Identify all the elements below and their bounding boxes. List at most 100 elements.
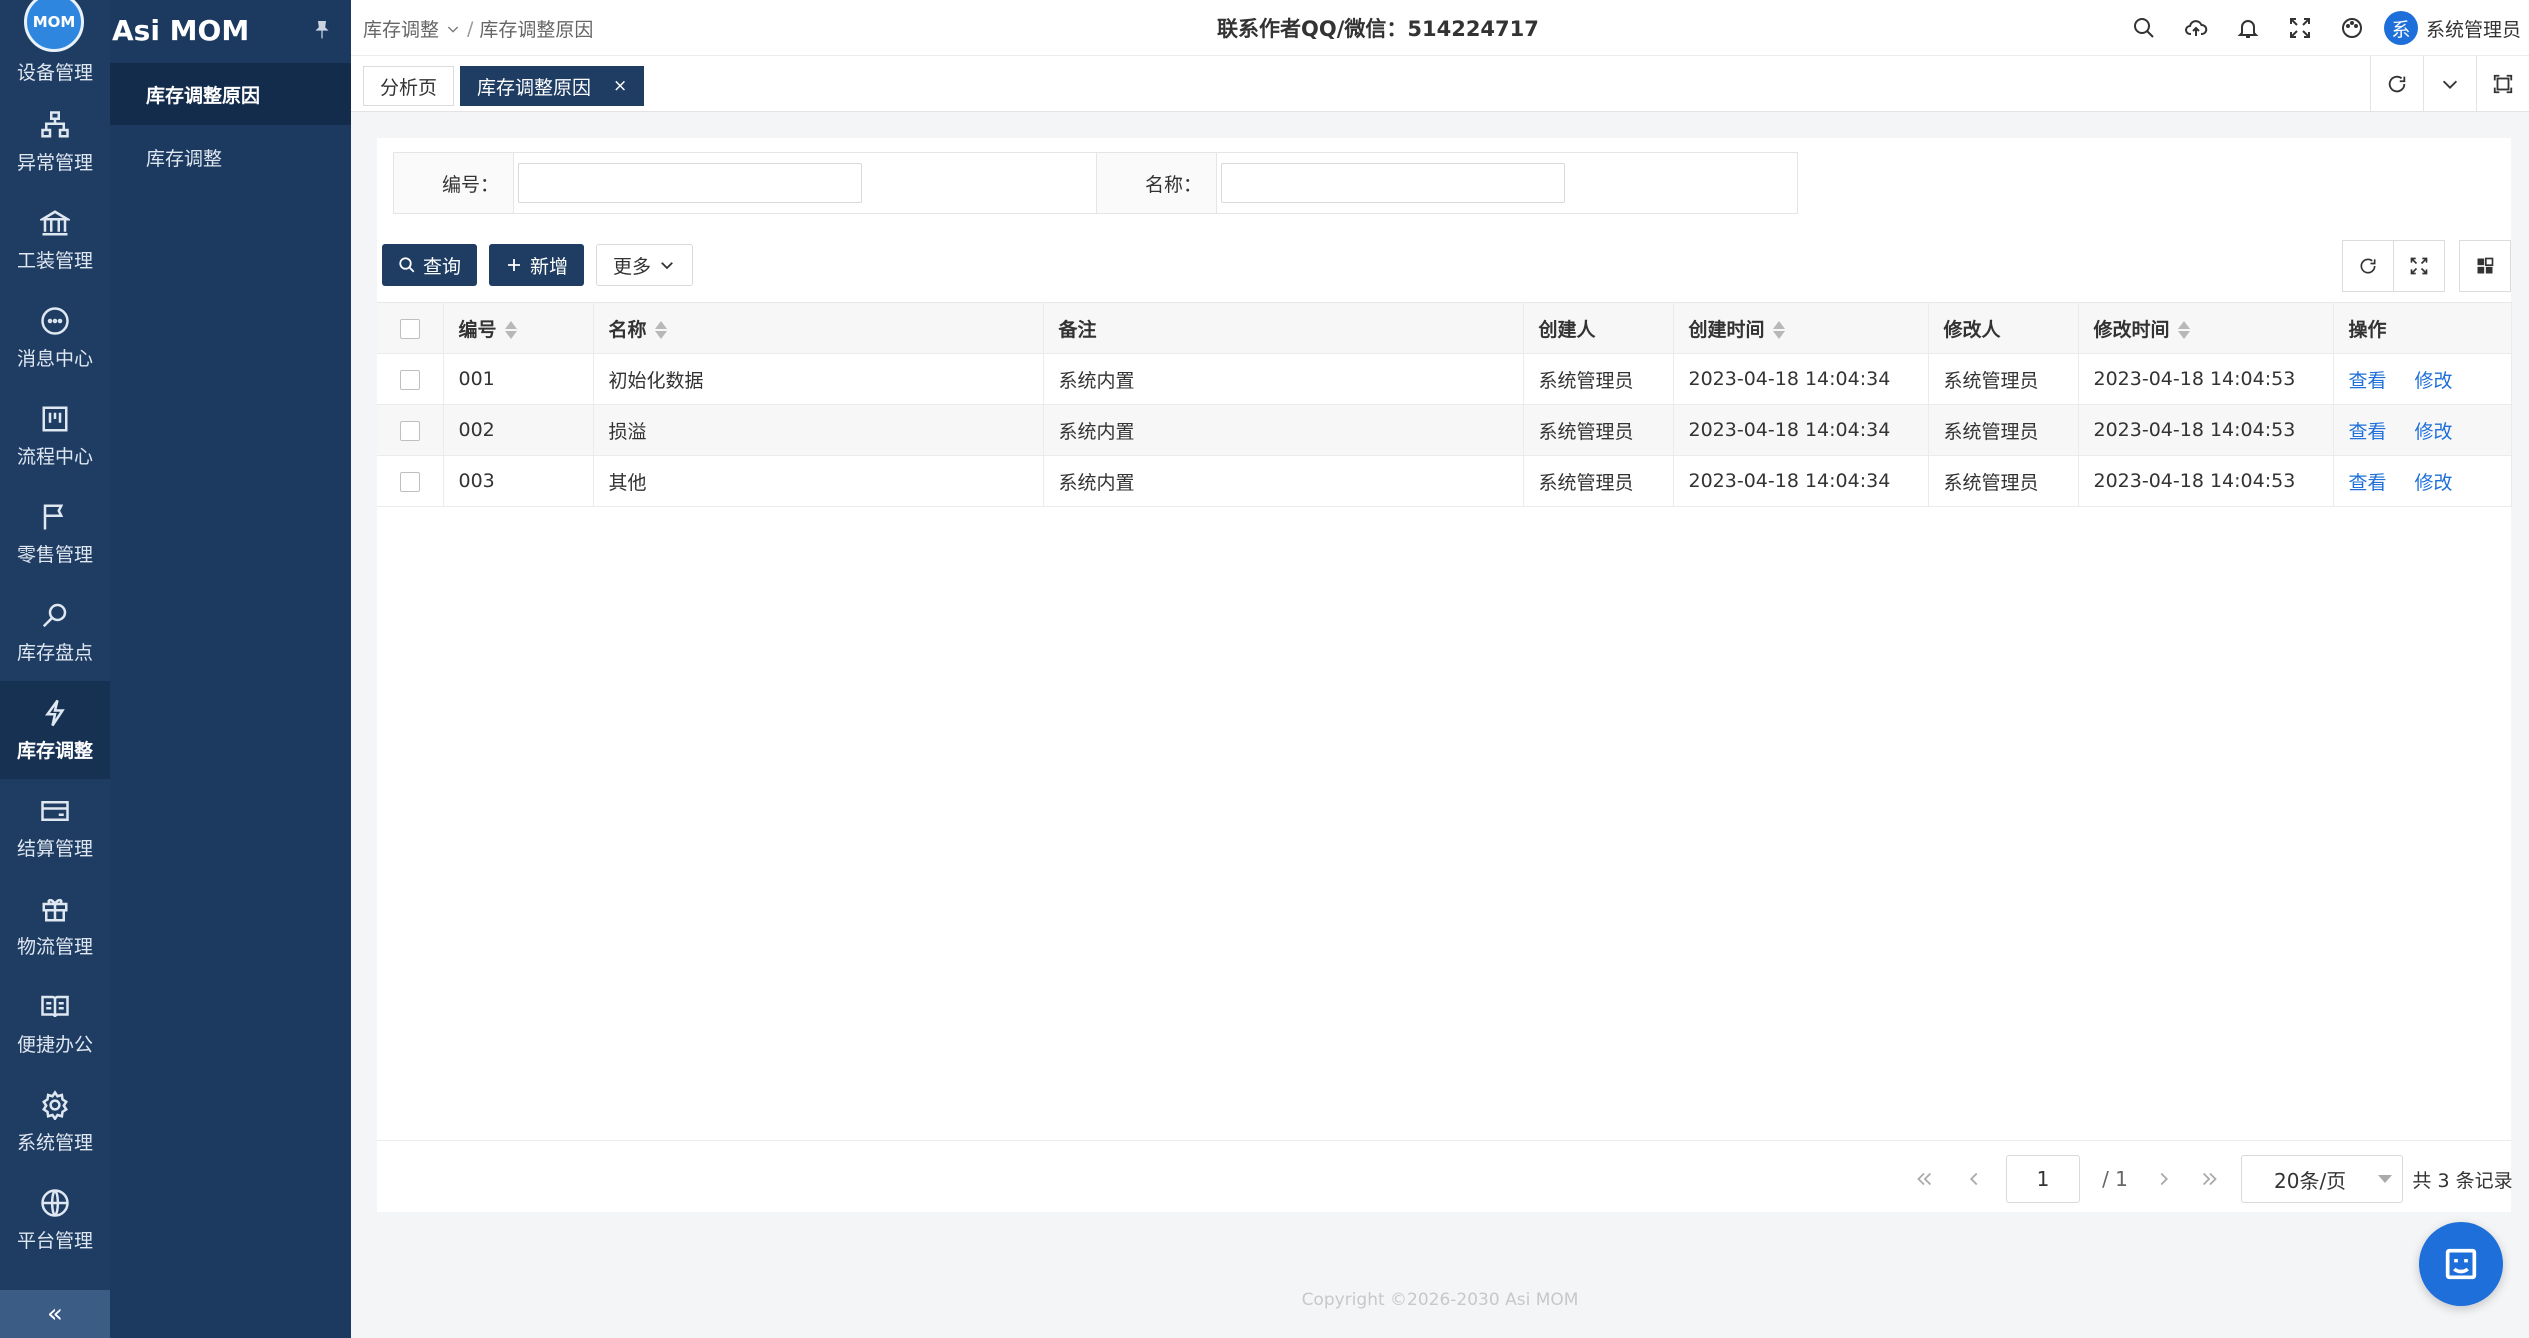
sort-icon[interactable] (2177, 320, 2190, 340)
add-button[interactable]: 新增 (489, 244, 585, 286)
rail-item-retail[interactable]: 零售管理 (0, 485, 110, 583)
reload-button[interactable] (2342, 240, 2394, 292)
col-actions: 操作 (2333, 302, 2512, 354)
name-input[interactable] (1221, 163, 1565, 203)
rail-label: 平台管理 (16, 1229, 93, 1252)
rail-item-stock-adjust[interactable]: 库存调整 (0, 681, 110, 779)
query-label: 查询 (423, 255, 462, 278)
cell-remark: 系统内置 (1043, 455, 1524, 507)
more-label: 更多 (613, 255, 652, 278)
submenu-item-adjust-reason[interactable]: 库存调整原因 (110, 63, 351, 125)
refresh-tab-button[interactable] (2370, 56, 2423, 112)
tab-adjust-reason[interactable]: 库存调整原因 × (460, 66, 645, 106)
more-button[interactable]: 更多 (596, 244, 694, 286)
cell-created: 2023-04-18 14:04:34 (1673, 455, 1929, 507)
rail-item-settlement[interactable]: 结算管理 (0, 779, 110, 877)
rail-item-stocktake[interactable]: 库存盘点 (0, 583, 110, 681)
app-name: Asi MOM (112, 13, 250, 47)
col-code[interactable]: 编号 (443, 302, 594, 354)
palette-icon[interactable] (2326, 0, 2378, 56)
contact-info: 联系作者QQ/微信：514224717 (1217, 17, 1539, 41)
pin-icon[interactable] (312, 20, 332, 40)
view-link[interactable]: 查看 (2349, 370, 2387, 392)
rail-item-logistics[interactable]: 物流管理 (0, 877, 110, 975)
submenu-item-adjust[interactable]: 库存调整 (110, 126, 351, 188)
bell-icon[interactable] (2222, 0, 2274, 56)
header-actions: 系 系统管理员 (2118, 0, 2529, 56)
select-all-checkbox[interactable] (399, 318, 420, 339)
cell-modified: 2023-04-18 14:04:53 (2078, 404, 2334, 456)
rail-item-tooling[interactable]: 工装管理 (0, 191, 110, 289)
col-name[interactable]: 名称 (593, 302, 1044, 354)
row-checkbox[interactable] (399, 420, 420, 441)
edit-link[interactable]: 修改 (2415, 421, 2453, 443)
tab-dropdown-button[interactable] (2423, 56, 2476, 112)
cell-created: 2023-04-18 14:04:34 (1673, 404, 1929, 456)
search-icon[interactable] (2118, 0, 2170, 56)
view-link[interactable]: 查看 (2349, 472, 2387, 494)
cell-modifier: 系统管理员 (1928, 353, 2079, 405)
col-modifier: 修改人 (1928, 302, 2079, 354)
last-page-icon[interactable] (2193, 1155, 2227, 1203)
row-select-cell (377, 353, 444, 405)
plus-icon (508, 259, 520, 271)
cell-remark: 系统内置 (1043, 404, 1524, 456)
breadcrumb-item[interactable]: 库存调整 (363, 15, 439, 42)
collapse-sidebar-button[interactable]: « (0, 1290, 110, 1338)
code-label: 编号： (394, 153, 514, 213)
table-row: 001 初始化数据 系统内置 系统管理员 2023-04-18 14:04:34… (377, 353, 2512, 405)
next-page-icon[interactable] (2147, 1155, 2181, 1203)
prev-page-icon[interactable] (1957, 1155, 1991, 1203)
rail-item-platform[interactable]: 平台管理 (0, 1171, 110, 1269)
rail-item-office[interactable]: 便捷办公 (0, 975, 110, 1073)
maximize-icon (2493, 74, 2513, 94)
rail-item-equipment[interactable]: 设备管理 (0, 58, 110, 85)
edit-link[interactable]: 修改 (2415, 370, 2453, 392)
query-button[interactable]: 查询 (382, 244, 478, 286)
board-icon (42, 406, 68, 431)
card-icon (41, 800, 69, 821)
rail-item-system[interactable]: 系统管理 (0, 1073, 110, 1171)
expand-table-button[interactable] (2393, 240, 2445, 292)
sort-icon[interactable] (504, 320, 517, 340)
flag-icon (43, 504, 64, 529)
column-settings-button[interactable] (2459, 240, 2511, 292)
first-page-icon[interactable] (1907, 1155, 1941, 1203)
rail-item-workflow[interactable]: 流程中心 (0, 387, 110, 485)
row-checkbox[interactable] (399, 369, 420, 390)
add-label: 新增 (530, 255, 569, 278)
col-created[interactable]: 创建时间 (1673, 302, 1929, 354)
user-menu[interactable]: 系 系统管理员 (2378, 11, 2529, 45)
edit-link[interactable]: 修改 (2415, 472, 2453, 494)
maximize-button[interactable] (2476, 56, 2529, 112)
tab-label: 库存调整原因 (477, 76, 592, 99)
cloud-upload-icon[interactable] (2170, 0, 2222, 56)
cell-code: 003 (443, 455, 594, 507)
close-icon[interactable]: × (613, 76, 627, 96)
code-input[interactable] (518, 163, 862, 203)
rail-item-messages[interactable]: 消息中心 (0, 289, 110, 387)
sitemap-icon (41, 110, 69, 137)
sort-icon[interactable] (654, 320, 667, 340)
search-panel: 编号： 名称： (377, 138, 2511, 230)
assistant-button[interactable] (2419, 1222, 2503, 1306)
view-link[interactable]: 查看 (2349, 421, 2387, 443)
cell-actions: 查看 修改 (2333, 455, 2512, 507)
tab-analysis[interactable]: 分析页 (363, 66, 455, 106)
row-checkbox[interactable] (399, 471, 420, 492)
fullscreen-icon[interactable] (2274, 0, 2326, 56)
cell-name: 其他 (593, 455, 1044, 507)
sub-sidebar: Asi MOM 库存调整原因 库存调整 (110, 0, 351, 1338)
col-label: 操作 (2348, 318, 2387, 341)
rail-label: 便捷办公 (16, 1033, 93, 1056)
rail-label: 物流管理 (16, 935, 93, 958)
sort-icon[interactable] (1772, 320, 1785, 340)
cell-creator: 系统管理员 (1523, 353, 1674, 405)
page-number-input[interactable]: 1 (2006, 1155, 2080, 1203)
robot-icon (2445, 1248, 2477, 1280)
col-modified[interactable]: 修改时间 (2078, 302, 2334, 354)
page-size-select[interactable]: 20条/页 (2241, 1155, 2403, 1203)
rail-item-exception[interactable]: 异常管理 (0, 93, 110, 191)
rail-label: 系统管理 (16, 1131, 93, 1154)
cell-modifier: 系统管理员 (1928, 455, 2079, 507)
